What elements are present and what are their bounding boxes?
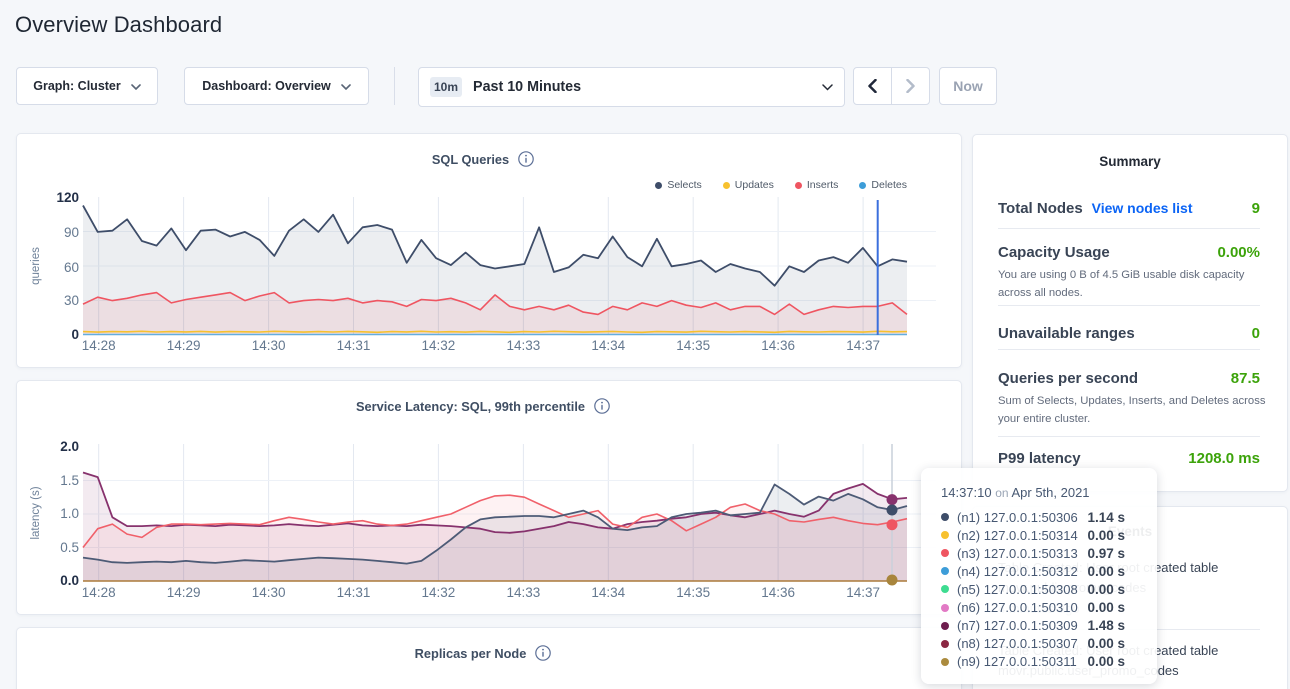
svg-text:14:33: 14:33 [507, 338, 541, 353]
svg-text:2.0: 2.0 [60, 439, 79, 454]
svg-text:14:31: 14:31 [337, 585, 371, 600]
svg-text:14:30: 14:30 [252, 585, 286, 600]
svg-text:14:28: 14:28 [82, 585, 116, 600]
svg-text:1.5: 1.5 [60, 473, 79, 488]
svg-text:14:32: 14:32 [422, 585, 456, 600]
svg-text:120: 120 [56, 190, 79, 205]
svg-text:0.0: 0.0 [60, 573, 79, 588]
svg-text:queries: queries [30, 247, 42, 285]
svg-text:14:36: 14:36 [761, 338, 795, 353]
svg-text:14:35: 14:35 [676, 338, 710, 353]
svg-text:14:28: 14:28 [82, 338, 116, 353]
svg-text:14:30: 14:30 [252, 338, 286, 353]
svg-text:14:32: 14:32 [422, 338, 456, 353]
svg-text:14:37: 14:37 [846, 338, 880, 353]
svg-text:14:36: 14:36 [761, 585, 795, 600]
svg-text:14:29: 14:29 [167, 585, 201, 600]
svg-text:latency (s): latency (s) [30, 486, 42, 539]
svg-text:14:33: 14:33 [507, 585, 541, 600]
svg-text:14:31: 14:31 [337, 338, 371, 353]
svg-text:14:34: 14:34 [591, 338, 625, 353]
svg-text:14:29: 14:29 [167, 338, 201, 353]
svg-text:14:35: 14:35 [676, 585, 710, 600]
svg-text:14:34: 14:34 [591, 585, 625, 600]
svg-text:30: 30 [64, 293, 79, 308]
svg-text:1.0: 1.0 [60, 506, 79, 521]
svg-text:14:37: 14:37 [846, 585, 880, 600]
svg-text:90: 90 [64, 225, 79, 240]
svg-text:0: 0 [71, 327, 79, 342]
svg-text:0.5: 0.5 [60, 540, 79, 555]
svg-text:60: 60 [64, 260, 79, 275]
